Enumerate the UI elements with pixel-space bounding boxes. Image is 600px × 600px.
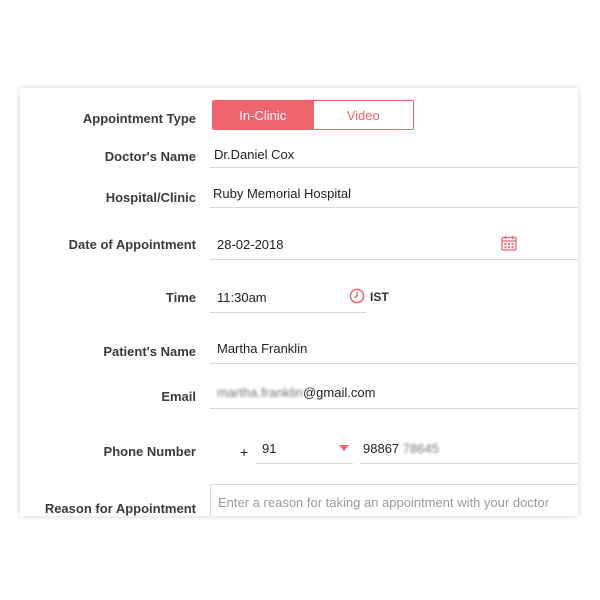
- calendar-icon[interactable]: [501, 235, 517, 251]
- clock-icon[interactable]: [349, 288, 365, 304]
- time-underline: [210, 312, 366, 313]
- phone-number-blurred: 78645: [402, 441, 439, 456]
- email-label: Email: [161, 389, 196, 404]
- doctor-name-label: Doctor's Name: [104, 149, 196, 164]
- reason-placeholder: Enter a reason for taking an appointment…: [218, 495, 549, 510]
- appointment-type-toggle: In-Clinic Video: [212, 100, 414, 130]
- hospital-label: Hospital/Clinic: [105, 190, 196, 205]
- date-field[interactable]: 28-02-2018: [217, 237, 284, 252]
- video-button[interactable]: Video: [312, 101, 413, 129]
- chevron-down-icon[interactable]: [339, 445, 349, 451]
- phone-plus: +: [240, 444, 249, 460]
- doctor-name-underline: [210, 167, 578, 168]
- date-underline: [210, 259, 578, 260]
- timezone-label: IST: [370, 290, 389, 304]
- patient-name-underline: [210, 363, 578, 364]
- country-code-underline: [256, 463, 353, 464]
- patient-name-field[interactable]: Martha Franklin: [217, 341, 307, 356]
- phone-label: Phone Number: [103, 444, 196, 459]
- date-label: Date of Appointment: [68, 237, 196, 252]
- time-label: Time: [165, 290, 196, 305]
- reason-textarea[interactable]: Enter a reason for taking an appointment…: [210, 484, 578, 516]
- in-clinic-button[interactable]: In-Clinic: [213, 101, 313, 129]
- hospital-field[interactable]: Ruby Memorial Hospital: [213, 186, 351, 201]
- email-domain: @gmail.com: [302, 385, 376, 400]
- patient-name-label: Patient's Name: [103, 344, 196, 359]
- email-underline: [210, 408, 578, 409]
- phone-number-underline: [360, 463, 578, 464]
- hospital-underline: [210, 207, 578, 208]
- email-field[interactable]: martha.franklin@gmail.com: [217, 385, 375, 400]
- time-field[interactable]: 11:30am: [217, 290, 267, 305]
- doctor-name-field[interactable]: Dr.Daniel Cox: [214, 147, 294, 162]
- email-username-blurred: martha.franklin: [217, 385, 303, 400]
- phone-number-visible: 98867: [363, 441, 400, 456]
- appointment-form: Appointment Type In-Clinic Video Doctor'…: [20, 88, 578, 516]
- appointment-type-label: Appointment Type: [82, 111, 196, 126]
- country-code-select[interactable]: 91: [262, 441, 276, 456]
- phone-number-field[interactable]: 98867 78645: [363, 441, 439, 456]
- reason-label: Reason for Appointment: [44, 501, 196, 516]
